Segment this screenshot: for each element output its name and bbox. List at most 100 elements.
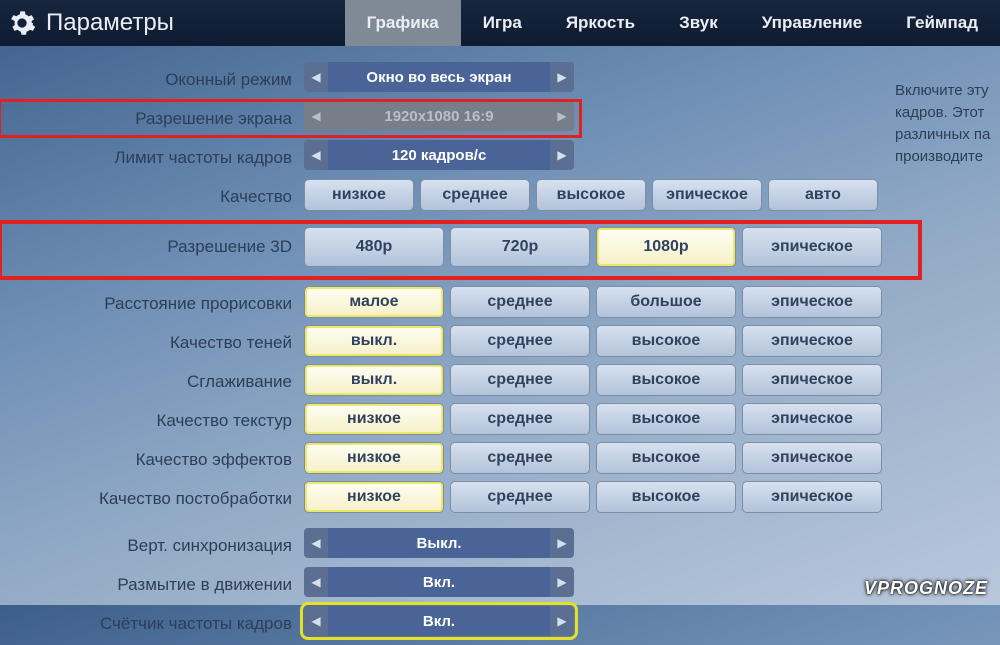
row-motion-blur: Размытие в движении ◀ Вкл. ▶ <box>0 567 920 602</box>
value-motion-blur[interactable]: Вкл. <box>328 567 550 597</box>
opt-postfx-2[interactable]: высокое <box>596 481 736 513</box>
opt-quality-auto[interactable]: авто <box>768 179 878 211</box>
row-aa: Сглаживание выкл. среднее высокое эпичес… <box>0 364 920 399</box>
tab-brightness[interactable]: Яркость <box>544 0 657 46</box>
label-view-dist: Расстояние прорисовки <box>0 286 304 321</box>
arrow-left-icon[interactable]: ◀ <box>304 606 328 636</box>
value-vsync[interactable]: Выкл. <box>328 528 550 558</box>
label-fps-limit: Лимит частоты кадров <box>0 140 304 175</box>
opt-postfx-3[interactable]: эпическое <box>742 481 882 513</box>
spinner-vsync: ◀ Выкл. ▶ <box>304 528 574 558</box>
opts-res3d: 480p 720p 1080p эпическое <box>304 227 920 273</box>
opt-aa-3[interactable]: эпическое <box>742 364 882 396</box>
opt-effects-1[interactable]: среднее <box>450 442 590 474</box>
row-vsync: Верт. синхронизация ◀ Выкл. ▶ <box>0 528 920 563</box>
opt-view-dist-1[interactable]: среднее <box>450 286 590 318</box>
nav-tabs: Графика Игра Яркость Звук Управление Гей… <box>345 0 1000 46</box>
opt-res3d-1080p[interactable]: 1080p <box>596 227 736 267</box>
tab-game[interactable]: Игра <box>461 0 544 46</box>
opt-quality-medium[interactable]: среднее <box>420 179 530 211</box>
opt-shadows-1[interactable]: среднее <box>450 325 590 357</box>
row-quality: Качество низкое среднее высокое эпическо… <box>0 179 920 214</box>
label-window-mode: Оконный режим <box>0 62 304 97</box>
arrow-right-icon[interactable]: ▶ <box>550 528 574 558</box>
tab-sound[interactable]: Звук <box>657 0 740 46</box>
opt-res3d-epic[interactable]: эпическое <box>742 227 882 267</box>
row-textures: Качество текстур низкое среднее высокое … <box>0 403 920 438</box>
arrow-left-icon[interactable]: ◀ <box>304 62 328 92</box>
page-title: Параметры <box>46 9 174 37</box>
opt-aa-2[interactable]: высокое <box>596 364 736 396</box>
arrow-right-icon[interactable]: ▶ <box>550 140 574 170</box>
arrow-right-icon[interactable]: ▶ <box>550 62 574 92</box>
opt-quality-low[interactable]: низкое <box>304 179 414 211</box>
header-bar: Параметры Графика Игра Яркость Звук Упра… <box>0 0 1000 46</box>
arrow-left-icon[interactable]: ◀ <box>304 567 328 597</box>
arrow-left-icon[interactable]: ◀ <box>304 528 328 558</box>
arrow-left-icon: ◀ <box>304 101 328 131</box>
arrow-right-icon[interactable]: ▶ <box>550 606 574 636</box>
arrow-left-icon[interactable]: ◀ <box>304 140 328 170</box>
opts-quality: низкое среднее высокое эпическое авто <box>304 179 920 214</box>
opt-shadows-0[interactable]: выкл. <box>304 325 444 357</box>
opt-effects-3[interactable]: эпическое <box>742 442 882 474</box>
watermark: VPROGNOZE <box>864 578 988 599</box>
opt-res3d-480p[interactable]: 480p <box>304 227 444 267</box>
row-postfx: Качество постобработки низкое среднее вы… <box>0 481 920 516</box>
opt-textures-3[interactable]: эпическое <box>742 403 882 435</box>
opts-aa: выкл. среднее высокое эпическое <box>304 364 920 399</box>
label-vsync: Верт. синхронизация <box>0 528 304 563</box>
row-view-dist: Расстояние прорисовки малое среднее боль… <box>0 286 920 321</box>
opt-postfx-1[interactable]: среднее <box>450 481 590 513</box>
row-window-mode: Оконный режим ◀ Окно во весь экран ▶ <box>0 62 920 97</box>
opt-view-dist-0[interactable]: малое <box>304 286 444 318</box>
opt-postfx-0[interactable]: низкое <box>304 481 444 513</box>
tab-graphics[interactable]: Графика <box>345 0 461 46</box>
spinner-fps-limit: ◀ 120 кадров/с ▶ <box>304 140 574 170</box>
opt-textures-2[interactable]: высокое <box>596 403 736 435</box>
opt-textures-1[interactable]: среднее <box>450 403 590 435</box>
settings-panel: Оконный режим ◀ Окно во весь экран ▶ Раз… <box>0 62 920 645</box>
gear-icon <box>8 9 36 37</box>
tab-gamepad[interactable]: Геймпад <box>884 0 1000 46</box>
opt-shadows-3[interactable]: эпическое <box>742 325 882 357</box>
value-window-mode[interactable]: Окно во весь экран <box>328 62 550 92</box>
arrow-right-icon: ▶ <box>550 101 574 131</box>
opts-shadows: выкл. среднее высокое эпическое <box>304 325 920 360</box>
value-resolution: 1920x1080 16:9 <box>328 101 550 131</box>
opt-quality-high[interactable]: высокое <box>536 179 646 211</box>
label-resolution: Разрешение экрана <box>0 101 304 136</box>
label-postfx: Качество постобработки <box>0 481 304 516</box>
value-fps-limit[interactable]: 120 кадров/с <box>328 140 550 170</box>
label-quality: Качество <box>0 179 304 214</box>
arrow-right-icon[interactable]: ▶ <box>550 567 574 597</box>
opt-quality-epic[interactable]: эпическое <box>652 179 762 211</box>
title-block: Параметры <box>8 0 345 46</box>
label-textures: Качество текстур <box>0 403 304 438</box>
opt-aa-0[interactable]: выкл. <box>304 364 444 396</box>
opt-aa-1[interactable]: среднее <box>450 364 590 396</box>
value-fps-counter[interactable]: Вкл. <box>328 606 550 636</box>
opt-view-dist-3[interactable]: эпическое <box>742 286 882 318</box>
opt-effects-2[interactable]: высокое <box>596 442 736 474</box>
spinner-fps-counter: ◀ Вкл. ▶ <box>304 606 574 636</box>
opt-shadows-2[interactable]: высокое <box>596 325 736 357</box>
label-aa: Сглаживание <box>0 364 304 399</box>
opt-view-dist-2[interactable]: большое <box>596 286 736 318</box>
row-resolution: Разрешение экрана ◀ 1920x1080 16:9 ▶ <box>0 101 580 136</box>
row-res3d: Разрешение 3D 480p 720p 1080p эпическое <box>0 222 920 278</box>
tab-controls[interactable]: Управление <box>740 0 884 46</box>
opt-effects-0[interactable]: низкое <box>304 442 444 474</box>
opts-effects: низкое среднее высокое эпическое <box>304 442 920 477</box>
label-motion-blur: Размытие в движении <box>0 567 304 602</box>
opts-textures: низкое среднее высокое эпическое <box>304 403 920 438</box>
opts-view-dist: малое среднее большое эпическое <box>304 286 920 321</box>
label-res3d: Разрешение 3D <box>0 227 304 273</box>
spinner-resolution: ◀ 1920x1080 16:9 ▶ <box>304 101 574 131</box>
opt-textures-0[interactable]: низкое <box>304 403 444 435</box>
row-fps-limit: Лимит частоты кадров ◀ 120 кадров/с ▶ <box>0 140 920 175</box>
row-shadows: Качество теней выкл. среднее высокое эпи… <box>0 325 920 360</box>
label-effects: Качество эффектов <box>0 442 304 477</box>
opt-res3d-720p[interactable]: 720p <box>450 227 590 267</box>
row-fps-counter: Счётчик частоты кадров ◀ Вкл. ▶ <box>0 606 920 641</box>
